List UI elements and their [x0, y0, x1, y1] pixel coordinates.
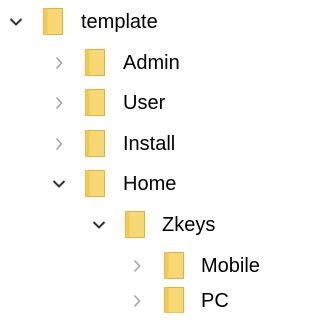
- folder-icon: [43, 8, 63, 35]
- tree-node-label: User: [123, 92, 166, 114]
- folder-icon: [85, 170, 105, 197]
- chevron-right-icon[interactable]: [52, 125, 66, 163]
- folder-tree: template Admin User Install Home Zkeys M…: [0, 0, 282, 317]
- chevron-down-icon[interactable]: [9, 3, 23, 41]
- tree-node-label: Zkeys: [162, 214, 216, 236]
- tree-node-mobile[interactable]: Mobile: [0, 247, 282, 285]
- folder-icon: [85, 49, 105, 76]
- chevron-right-icon[interactable]: [52, 84, 66, 122]
- tree-node-zkeys[interactable]: Zkeys: [0, 206, 282, 244]
- tree-node-label: PC: [201, 290, 229, 312]
- tree-node-label: Admin: [123, 52, 180, 74]
- chevron-right-icon[interactable]: [52, 44, 66, 82]
- tree-node-install[interactable]: Install: [0, 125, 282, 163]
- chevron-down-icon[interactable]: [52, 165, 66, 203]
- tree-node-label: Home: [123, 173, 177, 195]
- folder-icon: [164, 287, 184, 313]
- tree-node-label: template: [81, 11, 158, 33]
- chevron-right-icon[interactable]: [130, 247, 144, 285]
- folder-icon: [85, 89, 105, 116]
- tree-node-admin[interactable]: Admin: [0, 44, 282, 82]
- chevron-right-icon[interactable]: [130, 282, 144, 320]
- tree-node-label: Mobile: [201, 255, 260, 277]
- folder-icon: [85, 130, 105, 157]
- tree-node-template[interactable]: template: [0, 3, 282, 41]
- folder-icon: [164, 252, 184, 279]
- chevron-down-icon[interactable]: [92, 206, 106, 244]
- tree-node-pc[interactable]: PC: [0, 282, 282, 317]
- tree-node-label: Install: [123, 133, 176, 155]
- tree-node-home[interactable]: Home: [0, 165, 282, 203]
- tree-node-user[interactable]: User: [0, 84, 282, 122]
- folder-icon: [125, 211, 145, 238]
